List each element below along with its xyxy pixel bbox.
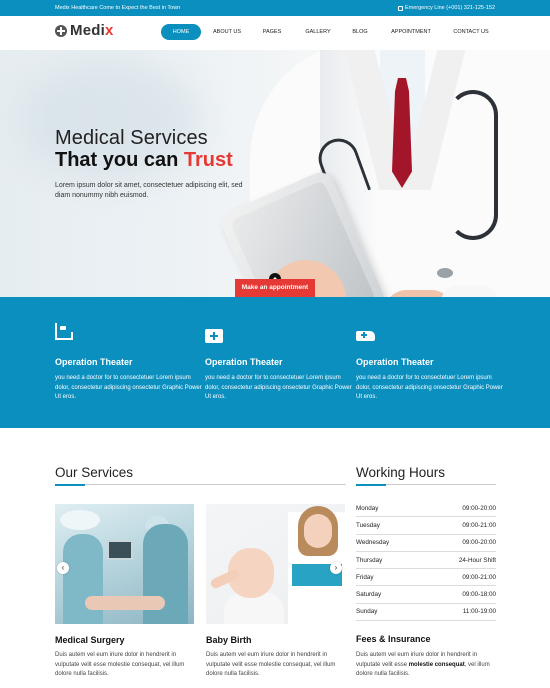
stethoscope-icon [448,90,498,240]
nav-pages[interactable]: PAGES [259,24,285,40]
hours-row: Saturday 09:00-18:00 [356,586,496,604]
logo-accent: x [104,22,114,39]
hours-day: Wednesday [356,539,390,547]
baby-birth-image[interactable] [206,504,345,624]
slider-next-button[interactable]: › [330,562,342,574]
service-card-title[interactable]: Medical Surgery [55,635,125,645]
features-band: Operation Theater you need a doctor for … [0,297,550,428]
hero-description: Lorem ipsum dolor sit amet, consectetuer… [55,182,243,199]
nav-blog[interactable]: BLOG [349,24,371,40]
feature-item: Operation Theater you need a doctor for … [55,323,205,403]
nav-contact-us[interactable]: CONTACT US [449,24,493,40]
topbar-tagline: Medix Healthcare Come to Expect the Best… [55,5,181,11]
emergency-line[interactable]: Emergency Line (+001) 321-125-152 [397,5,495,11]
hero-title-accent: Trust [183,149,233,171]
feature-title: Operation Theater [205,357,283,367]
hours-day: Tuesday [356,521,380,529]
medical-kit-icon [205,327,223,343]
hours-row: Friday 09:00-21:00 [356,569,496,587]
section-divider [356,483,496,486]
feature-text: you need a doctor for to consectetuer Lo… [356,375,503,400]
feature-title: Operation Theater [356,357,434,367]
bed-shape [55,323,73,340]
hours-time: 09:00-21:00 [462,573,496,581]
hero-title-line1: Medical Services [55,127,208,149]
slider-prev-button[interactable]: ‹ [57,562,69,574]
make-appointment-button[interactable]: Make an appointment [235,279,315,297]
hours-time: 11:00-19:00 [462,608,496,616]
top-bar: Medix Healthcare Come to Expect the Best… [0,0,550,16]
section-divider-accent [55,483,85,486]
nav-appointment[interactable]: APPOINTMENT [387,24,435,40]
hours-day: Saturday [356,591,382,599]
fees-insurance-text: Duis autem vel eum iriure dolor in hendr… [356,651,498,680]
nurse-face [304,514,332,548]
hours-time: 09:00-20:00 [462,504,496,512]
hours-time: 09:00-21:00 [462,521,496,529]
ambulance-shape [356,331,375,341]
hours-day: Friday [356,573,374,581]
hospital-bed-icon [55,323,73,343]
phone-icon [397,5,403,11]
our-services-title: Our Services [55,465,134,480]
feature-text: you need a doctor for to consectetuer Lo… [205,375,352,400]
main-nav: HOME ABOUT US PAGES GALLERY BLOG APPOINT… [161,24,493,40]
hero-banner [0,50,550,297]
hours-row: Thursday 24-Hour Shift [356,552,496,570]
surgical-light [60,510,100,530]
fees-text-bold: molestie consequat [408,661,465,668]
hours-row: Monday 09:00-20:00 [356,500,496,518]
hours-row: Wednesday 09:00-20:00 [356,535,496,552]
hours-row: Tuesday 09:00-21:00 [356,517,496,535]
section-divider [55,483,346,486]
section-divider-accent [356,483,386,486]
medical-cross-icon [55,24,67,37]
site-header: Medix HOME ABOUT US PAGES GALLERY BLOG A… [0,16,550,50]
ambulance-icon [356,327,375,343]
feature-item: Operation Theater you need a doctor for … [356,327,506,403]
surgeon-figure [63,534,103,624]
monitor-screen [107,540,133,560]
hours-day: Thursday [356,556,383,564]
feature-item: Operation Theater you need a doctor for … [205,327,355,403]
nav-about-us[interactable]: ABOUT US [207,24,247,40]
service-card-title[interactable]: Baby Birth [206,635,252,645]
logo-text: Medix [70,22,114,39]
patient-figure [85,596,165,610]
working-hours-title: Working Hours [356,465,446,480]
kit-shape [205,329,223,343]
hours-row: Sunday 11:00-19:00 [356,604,496,622]
nav-gallery[interactable]: GALLERY [303,24,333,40]
nav-home[interactable]: HOME [161,24,201,40]
service-card-text: Duis autem vel eum iriure dolor in hendr… [55,652,185,678]
logo[interactable]: Medix [55,22,114,39]
service-card-text: Duis autem vel eum iriure dolor in hendr… [206,652,336,678]
hours-day: Monday [356,504,379,512]
logo-prefix: Medi [70,22,105,39]
stethoscope-chestpiece [437,268,453,278]
fees-insurance-title: Fees & Insurance [356,634,431,644]
hero-title-prefix: That you can [55,149,184,171]
medical-surgery-image[interactable] [55,504,194,624]
hours-time: 24-Hour Shift [458,556,496,564]
hours-time: 09:00-18:00 [462,591,496,599]
working-hours-table: Monday 09:00-20:00 Tuesday 09:00-21:00 Wed… [356,500,496,622]
hours-day: Sunday [356,608,378,616]
emergency-line-label: Emergency Line (+001) 321-125-152 [404,5,495,11]
feature-text: you need a doctor for to consectetuer Lo… [55,375,202,400]
hours-time: 09:00-20:00 [462,539,496,547]
hero-title-line2: That you can Trust [55,149,233,172]
feature-title: Operation Theater [55,357,133,367]
doctor-tie [392,78,412,188]
